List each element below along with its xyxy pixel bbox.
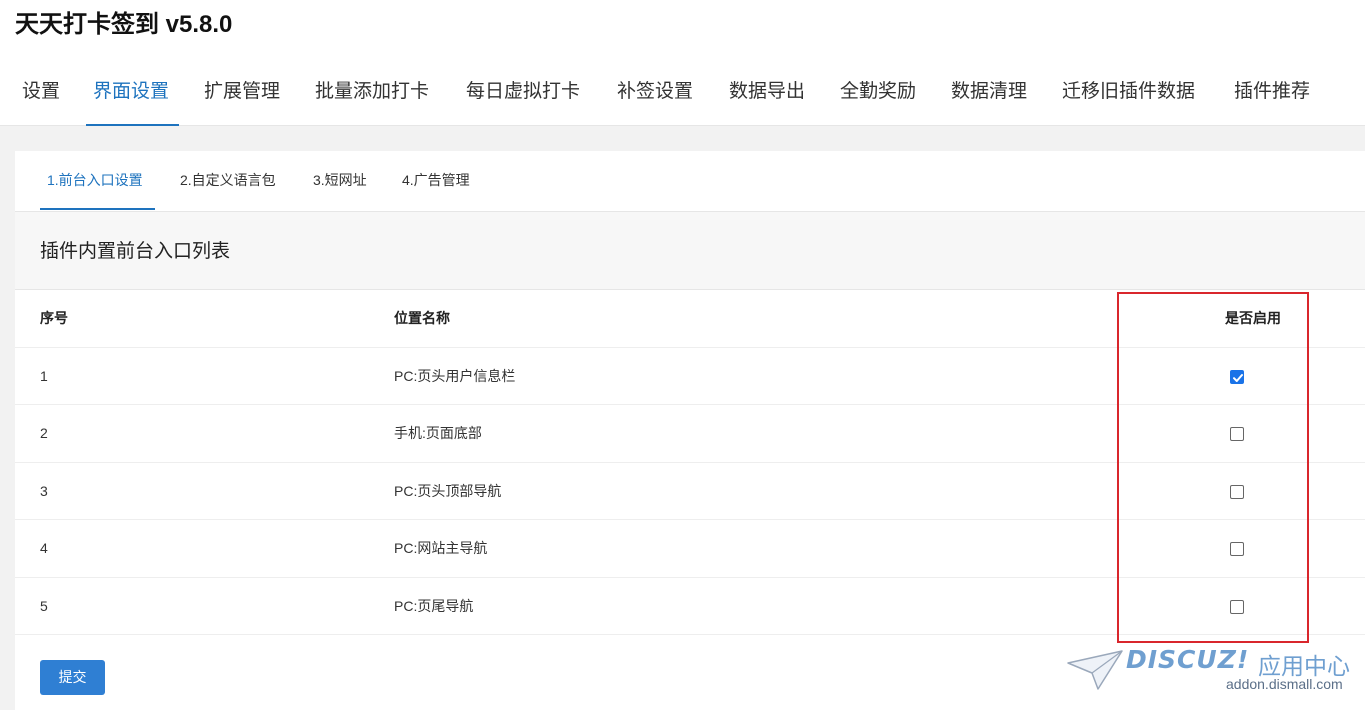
row-index: 5 xyxy=(40,597,48,614)
section-header: 插件内置前台入口列表 xyxy=(15,212,1365,290)
tab-data-export[interactable]: 数据导出 xyxy=(729,72,805,126)
row-position: PC:页尾导航 xyxy=(394,597,474,614)
paper-plane-icon xyxy=(1067,650,1123,690)
sub-nav: 1.前台入口设置 2.自定义语言包 3.短网址 4.广告管理 xyxy=(15,151,1365,212)
watermark-brand: DISCUZ! xyxy=(1126,645,1250,674)
submit-button[interactable]: 提交 xyxy=(40,660,105,695)
row-index: 3 xyxy=(40,482,48,499)
header-position: 位置名称 xyxy=(394,310,450,326)
highlight-annotation xyxy=(1117,292,1309,643)
row-position: PC:页头用户信息栏 xyxy=(394,367,516,384)
header: 天天打卡签到 v5.8.0 设置 界面设置 扩展管理 批量添加打卡 每日虚拟打卡… xyxy=(0,0,1365,126)
subtab-frontend-entry[interactable]: 1.前台入口设置 xyxy=(40,151,155,210)
watermark-url: addon.dismall.com xyxy=(1226,676,1343,692)
tab-plugin-recommend[interactable]: 插件推荐 xyxy=(1234,72,1310,126)
subtab-language-pack[interactable]: 2.自定义语言包 xyxy=(180,151,276,210)
tab-data-cleanup[interactable]: 数据清理 xyxy=(951,72,1027,126)
subtab-ad-management[interactable]: 4.广告管理 xyxy=(402,151,470,210)
tab-batch-add[interactable]: 批量添加打卡 xyxy=(315,72,429,126)
row-index: 2 xyxy=(40,425,48,441)
row-position: PC:页头顶部导航 xyxy=(394,482,502,499)
header-index: 序号 xyxy=(40,310,68,326)
watermark: DISCUZ! 应用中心 addon.dismall.com xyxy=(1066,645,1356,700)
row-index: 1 xyxy=(40,367,48,384)
row-position: 手机:页面底部 xyxy=(394,425,482,441)
row-index: 4 xyxy=(40,540,48,556)
subtab-short-url[interactable]: 3.短网址 xyxy=(313,151,367,210)
tab-attendance-reward[interactable]: 全勤奖励 xyxy=(840,72,916,126)
row-position: PC:网站主导航 xyxy=(394,540,488,556)
tab-makeup-settings[interactable]: 补签设置 xyxy=(617,72,693,126)
tab-extensions[interactable]: 扩展管理 xyxy=(204,72,280,126)
app-title: 天天打卡签到 v5.8.0 xyxy=(15,11,233,38)
section-title: 插件内置前台入口列表 xyxy=(40,241,231,262)
tab-ui-settings[interactable]: 界面设置 xyxy=(86,72,179,126)
tab-virtual-checkin[interactable]: 每日虚拟打卡 xyxy=(466,72,580,126)
tab-migrate-data[interactable]: 迁移旧插件数据 xyxy=(1062,72,1195,126)
tab-settings[interactable]: 设置 xyxy=(22,72,62,126)
